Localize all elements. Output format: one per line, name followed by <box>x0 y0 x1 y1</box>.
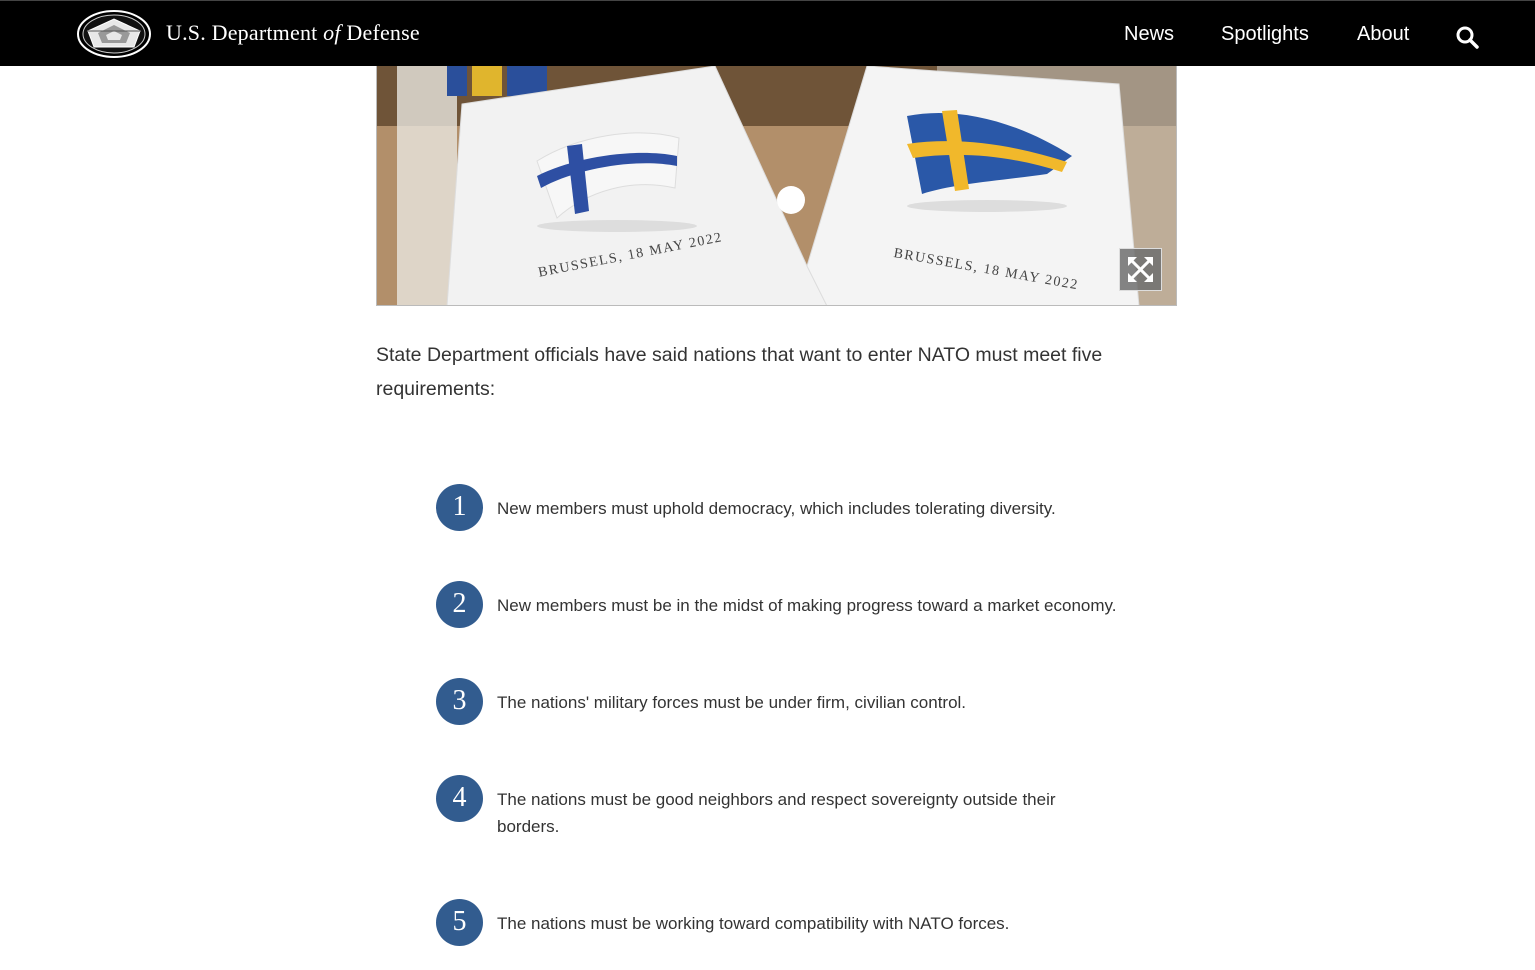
requirement-number-badge: 5 <box>436 899 483 946</box>
intro-paragraph: State Department officials have said nat… <box>376 344 1103 400</box>
requirement-number-badge: 4 <box>436 775 483 822</box>
requirement-text: New members must uphold democracy, which… <box>497 499 1056 518</box>
nav-news[interactable]: News <box>1124 23 1174 46</box>
requirement-text: The nations must be good neighbors and r… <box>497 790 1056 836</box>
requirement-text: The nations' military forces must be und… <box>497 693 967 712</box>
requirement-number-badge: 3 <box>436 678 483 725</box>
requirement-number-badge: 2 <box>436 581 483 628</box>
expand-icon <box>1128 257 1153 282</box>
site-title[interactable]: U.S. Department of Defense <box>166 20 420 46</box>
expand-image-button[interactable] <box>1119 248 1162 291</box>
site-title-prefix: U.S. Department <box>166 20 318 45</box>
site-title-of: of <box>323 20 341 45</box>
site-header: U.S. Department of Defense News Spotligh… <box>0 0 1535 66</box>
hero-photo-illustration <box>377 66 1176 305</box>
pentagon-seal-logo[interactable] <box>76 9 152 59</box>
search-icon[interactable] <box>1455 25 1479 49</box>
requirement-text: The nations must be working toward compa… <box>497 914 1010 933</box>
hero-image: BRUSSELS, 18 MAY 2022 BRUSSELS, 18 MAY 2… <box>376 66 1177 306</box>
requirement-number-badge: 1 <box>436 484 483 531</box>
requirement-text: New members must be in the midst of maki… <box>497 596 1117 615</box>
nav-about[interactable]: About <box>1357 23 1409 46</box>
site-title-suffix: Defense <box>346 20 420 45</box>
nav-spotlights[interactable]: Spotlights <box>1221 23 1309 46</box>
